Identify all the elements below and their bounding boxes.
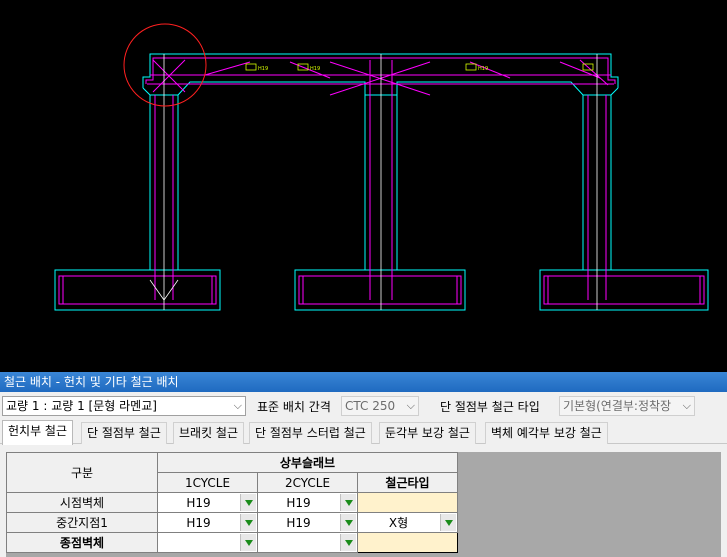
drawing-note-text: H19 [258,66,268,72]
rebar-type-cell[interactable] [357,492,458,513]
end-type-select[interactable]: 기본형(연결부:정착장 ⌵ [559,396,695,416]
rebar-type-select[interactable]: X형 [357,512,458,533]
group-header-upper-slab: 상부슬래브 [157,452,458,473]
rebar-grid: 구분 상부슬래브 1CYCLE 2CYCLE 철근타입 시점벽체 H19 H19… [6,452,458,553]
toolbar: 교량 1 : 교량 1 [문형 라멘교] ⌵ 표준 배치 간격 CTC 250 … [0,392,727,418]
dropdown-arrow-icon[interactable] [440,514,456,531]
cell-value: X형 [388,516,409,530]
cell-value: H19 [286,496,311,510]
dropdown-arrow-icon[interactable] [340,534,356,551]
chevron-down-icon: ⌵ [406,399,415,412]
spacing-select-value: CTC 250 [345,399,396,413]
bridge-select-value: 교량 1 : 교량 1 [문형 라멘교] [6,399,157,413]
slab-outline [142,53,619,88]
tab-wall-acute-reinforcement[interactable]: 벽체 예각부 보강 철근 [485,422,608,444]
frame-bridge-drawing: H19 H19 H19 [54,23,709,311]
cycle2-select[interactable]: H19 [257,512,358,533]
sub-header-1cycle: 1CYCLE [157,472,258,493]
tab-end-joint-stirrup[interactable]: 단 절점부 스터럽 철근 [249,422,372,444]
row-label: 중간지점1 [6,512,158,533]
cycle1-select[interactable] [157,532,258,553]
dropdown-arrow-icon[interactable] [240,494,256,511]
table-row: 시점벽체 H19 H19 [6,492,458,513]
spacing-label: 표준 배치 간격 [257,400,331,414]
panel-title: 철근 배치 - 헌치 및 기타 철근 배치 [0,372,727,392]
rebar-type-cell[interactable] [357,532,458,553]
drawing-note-text: H19 [478,66,488,72]
chevron-down-icon: ⌵ [682,399,691,412]
table-row: 중간지점1 H19 H19 X형 [6,512,458,533]
rebar-grid-area: 구분 상부슬래브 1CYCLE 2CYCLE 철근타입 시점벽체 H19 H19… [6,452,721,557]
row-label: 종점벽체 [6,532,158,553]
dropdown-arrow-icon[interactable] [340,514,356,531]
drawing-note-text: H19 [310,66,320,72]
dropdown-arrow-icon[interactable] [340,494,356,511]
end-type-label: 단 절점부 철근 타입 [440,400,540,414]
cycle2-select[interactable] [257,532,358,553]
sub-header-2cycle: 2CYCLE [257,472,358,493]
table-row: 종점벽체 [6,532,458,553]
dropdown-arrow-icon[interactable] [240,514,256,531]
spacing-select[interactable]: CTC 250 ⌵ [341,396,419,416]
cell-value: H19 [286,516,311,530]
sub-header-rebar-type: 철근타입 [357,472,458,493]
dropdown-arrow-icon[interactable] [240,534,256,551]
cell-value: H19 [186,496,211,510]
cell-value: H19 [186,516,211,530]
cycle1-select[interactable]: H19 [157,512,258,533]
col-header-category: 구분 [6,452,158,493]
tab-haunch-rebar[interactable]: 헌치부 철근 [2,420,74,445]
cycle1-select[interactable]: H19 [157,492,258,513]
tab-end-joint-rebar[interactable]: 단 절점부 철근 [81,422,167,444]
bridge-select[interactable]: 교량 1 : 교량 1 [문형 라멘교] ⌵ [2,396,246,416]
tab-bar: 헌치부 철근 단 절점부 철근 브래킷 철근 단 절점부 스터럽 철근 둔각부 … [0,420,727,445]
cycle2-select[interactable]: H19 [257,492,358,513]
end-type-select-value: 기본형(연결부:정착장 [563,399,672,413]
cad-drawing-canvas[interactable]: H19 H19 H19 [0,0,727,372]
tab-bracket-rebar[interactable]: 브래킷 철근 [173,422,245,444]
rebar-placement-panel: 철근 배치 - 헌치 및 기타 철근 배치 교량 1 : 교량 1 [문형 라멘… [0,372,727,557]
tab-obtuse-reinforcement[interactable]: 둔각부 보강 철근 [379,422,476,444]
chevron-down-icon: ⌵ [233,399,242,412]
row-label: 시점벽체 [6,492,158,513]
selection-marker-circle [123,23,207,107]
